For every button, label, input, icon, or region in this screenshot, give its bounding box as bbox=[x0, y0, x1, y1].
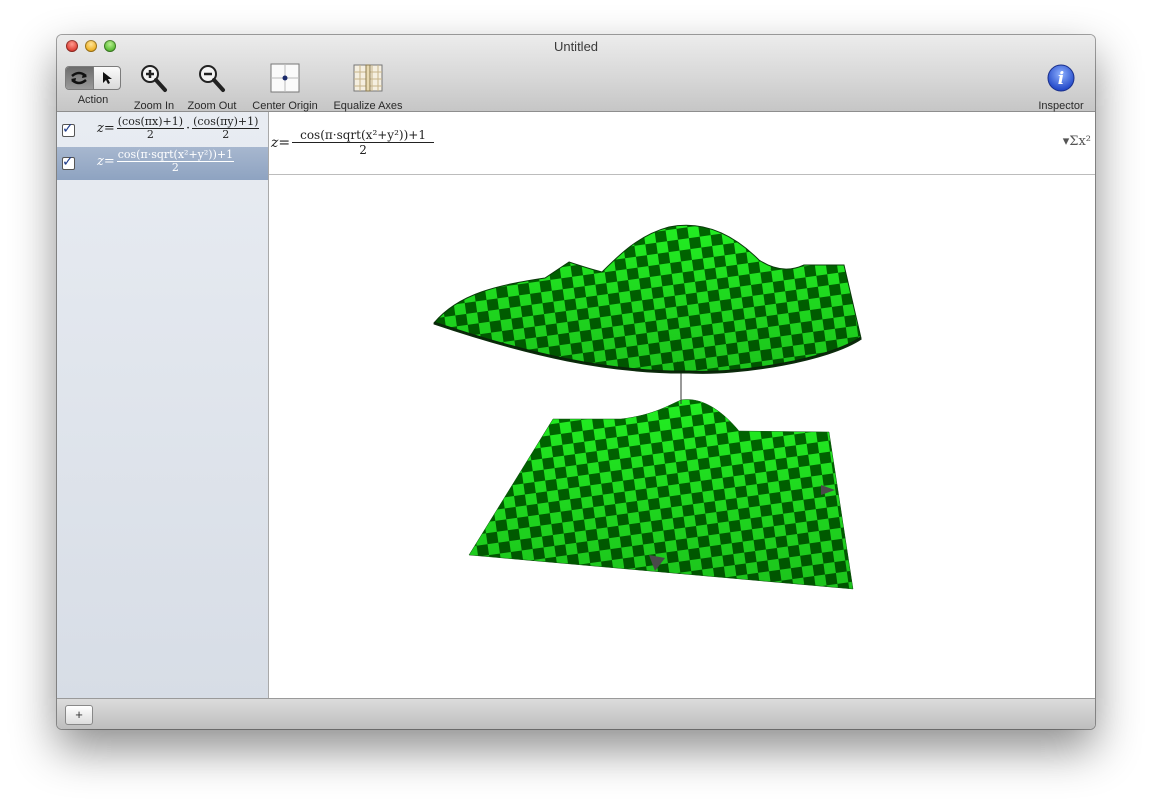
fraction-denominator: 2 bbox=[359, 143, 367, 157]
info-icon: i bbox=[1047, 64, 1075, 92]
equation-lhs: z= bbox=[97, 154, 115, 169]
rotate-mode-button[interactable] bbox=[66, 67, 93, 89]
svg-text:i: i bbox=[1058, 69, 1064, 89]
app-window: Untitled Action Zoom In Zoom Out Center … bbox=[57, 35, 1095, 729]
plot-view[interactable] bbox=[269, 175, 1095, 698]
zoom-out-button[interactable]: Zoom Out bbox=[184, 63, 240, 112]
arrow-pointer-icon bbox=[102, 72, 112, 84]
action-tool: Action bbox=[65, 63, 121, 106]
action-segmented-control[interactable] bbox=[65, 66, 121, 90]
equation-editor[interactable]: z= cos(π·sqrt(x²+y²))+1 2 ▾Σx² bbox=[269, 112, 1095, 175]
fraction: (cos(πy)+1) 2 bbox=[192, 116, 260, 141]
center-origin-icon bbox=[270, 63, 300, 93]
equation-visible-checkbox[interactable]: ✓ bbox=[62, 153, 75, 170]
zoom-in-label: Zoom In bbox=[133, 100, 175, 112]
equalize-axes-button[interactable]: Equalize Axes bbox=[329, 63, 407, 112]
equation-list-sidebar: ✓ z= (cos(πx)+1) 2 · (cos(πy)+1) 2 ✓ z= … bbox=[57, 112, 269, 698]
equalize-axes-label: Equalize Axes bbox=[333, 100, 403, 112]
editor-lhs: z= bbox=[271, 134, 291, 151]
math-palette-button[interactable]: ▾Σx² bbox=[1063, 134, 1091, 149]
fraction: cos(π·sqrt(x²+y²))+1 2 bbox=[116, 149, 235, 174]
equation-row-selected[interactable]: ✓ z= cos(π·sqrt(x²+y²))+1 2 bbox=[57, 147, 268, 180]
bottom-bar: + bbox=[57, 698, 1095, 729]
equation-formula: z= (cos(πx)+1) 2 · (cos(πy)+1) 2 bbox=[97, 116, 261, 141]
editor-formula[interactable]: z= cos(π·sqrt(x²+y²))+1 2 bbox=[271, 128, 436, 157]
multiply-dot: · bbox=[186, 121, 191, 136]
rotate-icon bbox=[71, 71, 88, 85]
fraction-denominator: 2 bbox=[146, 128, 154, 141]
zoom-out-label: Zoom Out bbox=[187, 100, 237, 112]
fraction-denominator: 2 bbox=[222, 128, 230, 141]
zoom-in-button[interactable]: Zoom In bbox=[129, 63, 179, 112]
fraction-numerator: cos(π·sqrt(x²+y²))+1 bbox=[292, 128, 434, 143]
equation-lhs: z= bbox=[97, 121, 115, 136]
center-origin-button[interactable]: Center Origin bbox=[247, 63, 323, 112]
equalize-axes-icon bbox=[353, 64, 383, 92]
equation-row[interactable]: ✓ z= (cos(πx)+1) 2 · (cos(πy)+1) 2 bbox=[57, 114, 268, 147]
fraction: (cos(πx)+1) 2 bbox=[116, 116, 184, 141]
fraction-denominator: 2 bbox=[171, 161, 179, 174]
add-equation-button[interactable]: + bbox=[65, 705, 93, 725]
inspector-button[interactable]: i Inspector bbox=[1033, 63, 1089, 112]
fraction: cos(π·sqrt(x²+y²))+1 2 bbox=[292, 128, 434, 157]
center-origin-label: Center Origin bbox=[252, 100, 318, 112]
equation-visible-checkbox[interactable]: ✓ bbox=[62, 120, 75, 137]
action-label: Action bbox=[77, 94, 109, 106]
select-mode-button[interactable] bbox=[92, 67, 121, 89]
equation-formula: z= cos(π·sqrt(x²+y²))+1 2 bbox=[97, 149, 236, 174]
window-title: Untitled bbox=[553, 39, 599, 54]
zoom-out-icon bbox=[199, 65, 225, 92]
inspector-label: Inspector bbox=[1038, 100, 1084, 112]
plot-surface-svg bbox=[433, 224, 862, 590]
zoom-in-icon bbox=[141, 65, 167, 92]
titlebar: Untitled Action Zoom In Zoom Out Center … bbox=[57, 35, 1095, 112]
